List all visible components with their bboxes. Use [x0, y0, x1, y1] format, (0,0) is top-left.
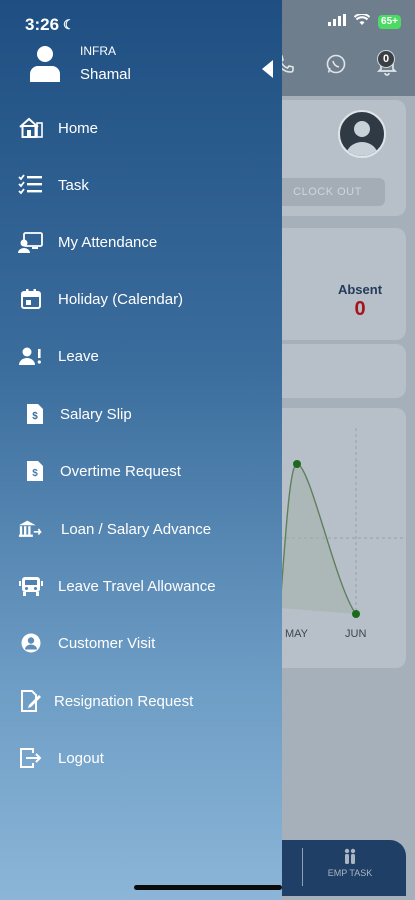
nav-divider — [302, 848, 303, 886]
menu-label: My Attendance — [58, 233, 158, 251]
collapse-drawer-icon[interactable] — [262, 60, 273, 78]
menu-label: Holiday (Calendar) — [58, 290, 184, 308]
salary-slip-icon: $ — [22, 402, 48, 426]
menu-item-home[interactable]: Home — [0, 103, 282, 153]
menu-label: Customer Visit — [58, 634, 156, 652]
menu-item-logout[interactable]: Logout — [0, 733, 282, 783]
customer-visit-icon — [18, 631, 44, 655]
menu-item-loan-salary-advance[interactable]: Loan / Salary Advance — [0, 504, 282, 554]
clock-time: 3:26 — [25, 15, 60, 34]
status-bar-time: 3:26 ☾ — [25, 15, 75, 35]
menu-item-holiday-calendar[interactable]: Holiday (Calendar) — [0, 274, 282, 324]
header-actions: 0 — [271, 44, 401, 84]
menu-label: Salary Slip — [60, 405, 132, 423]
moon-icon: ☾ — [63, 17, 75, 32]
leave-icon — [18, 344, 44, 368]
menu-item-leave-travel-allowance[interactable]: Leave Travel Allowance — [0, 561, 282, 611]
menu-label: Resignation Request — [54, 692, 194, 710]
menu-label: Overtime Request — [60, 462, 181, 480]
menu-label: Leave — [58, 347, 99, 365]
emp-task-tab[interactable]: EMP TASK — [320, 848, 380, 878]
wifi-icon — [353, 13, 371, 31]
navigation-drawer: 3:26 ☾ INFRA Shamal Home Task My Attenda… — [0, 0, 282, 900]
absent-value: 0 — [354, 298, 366, 320]
menu-label: Leave Travel Allowance — [58, 577, 216, 595]
notification-bell-icon[interactable]: 0 — [373, 50, 401, 78]
user-profile-icon — [28, 44, 62, 82]
chart-month-label: MAY — [285, 628, 309, 640]
home-indicator — [134, 885, 282, 890]
task-list-icon — [18, 173, 44, 197]
menu-item-customer-visit[interactable]: Customer Visit — [0, 618, 282, 668]
menu-item-my-attendance[interactable]: My Attendance — [0, 217, 282, 267]
svg-text:$: $ — [32, 411, 38, 422]
menu-item-task[interactable]: Task — [0, 160, 282, 210]
menu-item-salary-slip[interactable]: $ Salary Slip — [0, 389, 282, 439]
calendar-icon — [18, 287, 44, 311]
chart-series-line — [279, 463, 357, 615]
whatsapp-icon[interactable] — [322, 50, 350, 78]
emp-task-label: EMP TASK — [327, 868, 373, 878]
svg-text:$: $ — [32, 468, 38, 479]
signal-icon — [328, 13, 347, 31]
menu-item-resignation-request[interactable]: Resignation Request — [0, 676, 282, 726]
resignation-icon — [18, 689, 44, 713]
notification-badge: 0 — [377, 50, 395, 68]
menu-label: Home — [58, 119, 99, 137]
menu-label: Logout — [58, 749, 104, 767]
logout-icon — [18, 746, 44, 770]
clock-out-button[interactable]: CLOCK OUT — [270, 178, 385, 206]
people-icon — [344, 848, 356, 864]
travel-icon — [18, 574, 44, 598]
avatar — [338, 110, 386, 158]
loan-icon — [18, 517, 44, 541]
chart-point — [352, 610, 360, 618]
menu-item-overtime-request[interactable]: $ Overtime Request — [0, 446, 282, 496]
organization-name: INFRA — [80, 44, 116, 58]
menu-label: Loan / Salary Advance — [61, 520, 212, 538]
attendance-icon — [18, 230, 44, 254]
chart-month-label: JUN — [345, 628, 367, 640]
menu-label: Task — [58, 176, 89, 194]
absent-label: Absent — [337, 282, 383, 297]
chart-point — [293, 460, 301, 468]
battery-icon: 65+ — [378, 15, 401, 29]
overtime-icon: $ — [22, 459, 48, 483]
status-bar-right: 65+ — [280, 0, 415, 44]
user-name: Shamal — [80, 66, 131, 83]
menu-item-leave[interactable]: Leave — [0, 331, 282, 381]
home-icon — [18, 116, 44, 140]
